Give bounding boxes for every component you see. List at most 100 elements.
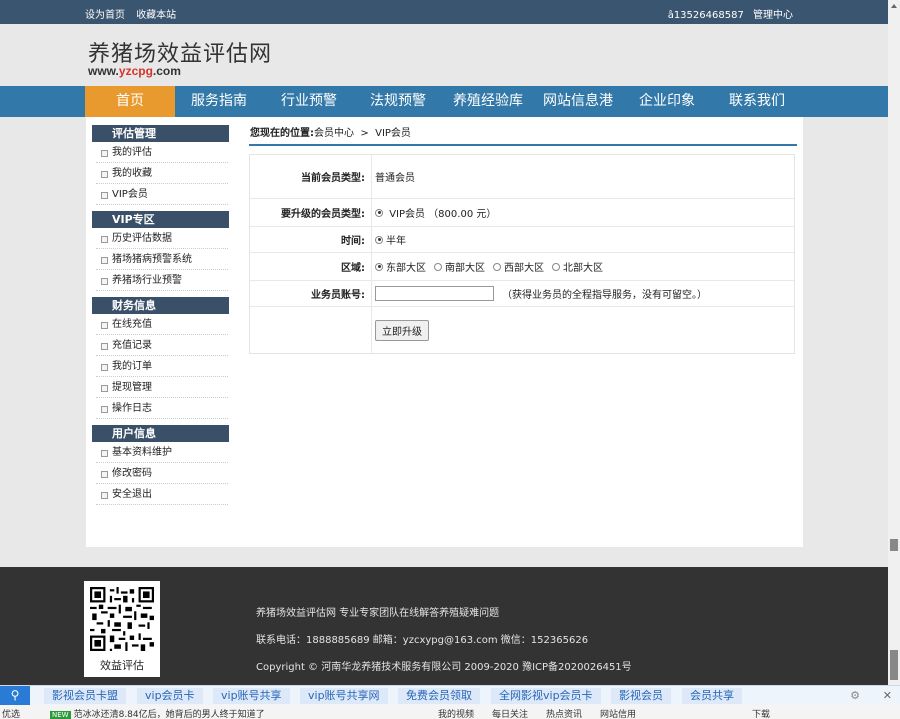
status-item-download[interactable]: 下载 (752, 707, 770, 719)
sidebar-heading: VIP专区 (92, 211, 229, 228)
sidebar-item-logout[interactable]: 安全退出 (96, 484, 228, 505)
ad-link[interactable]: 影视会员卡盟 (44, 688, 126, 704)
admin-link[interactable]: 管理中心 (753, 10, 793, 21)
ad-link[interactable]: 免费会员领取 (398, 688, 480, 704)
region-option-north[interactable]: 北部大区 (552, 259, 603, 274)
breadcrumb-member-center[interactable]: 会员中心 (314, 128, 354, 139)
site-header: 养猪场效益评估网 www.yzcpg.com (0, 24, 888, 86)
upgrade-option-label: VIP会员 （800.00 元） (389, 209, 497, 220)
phone-text: â13526468587 (667, 10, 744, 21)
sidebar-group-user: 用户信息 基本资料维护 修改密码 安全退出 (86, 425, 230, 511)
sidebar: 评估管理 我的评估 我的收藏 VIP会员 VIP专区 历史评估数据 猪场猪病预警… (86, 125, 230, 511)
sidebar-item-profile[interactable]: 基本资料维护 (96, 442, 228, 463)
region-option-label: 南部大区 (445, 263, 485, 274)
new-badge: NEW (50, 711, 71, 719)
ad-link[interactable]: 影视会员 (611, 688, 671, 704)
nav-item-service[interactable]: 服务指南 (174, 86, 264, 117)
radio-icon (552, 262, 560, 271)
footer-contact: 联系电话：1888885689 邮箱：yzcxypg@163.com 微信：15… (256, 635, 589, 646)
page-scrollbar[interactable] (888, 0, 900, 685)
logo-url-suffix: .com (152, 64, 181, 78)
upgrade-type-label: 要升级的会员类型: (250, 199, 372, 226)
nav-item-home[interactable]: 首页 (85, 86, 175, 117)
scroll-up-icon[interactable] (891, 4, 897, 8)
region-option-west[interactable]: 西部大区 (493, 259, 544, 274)
sidebar-item-industry-warning[interactable]: 养猪场行业预警 (96, 270, 228, 291)
sidebar-group-finance: 财务信息 在线充值 充值记录 我的订单 提现管理 操作日志 (86, 297, 230, 425)
status-item-hot-news[interactable]: 热点资讯 (546, 707, 582, 719)
site-footer: 效益评估 养猪场效益评估网 专业专家团队在线解答养殖疑难问题 联系电话：1888… (0, 567, 888, 685)
form-row-time: 时间: 半年 (250, 227, 794, 253)
status-item-site-credit[interactable]: 网站信用 (600, 707, 636, 719)
sidebar-heading: 财务信息 (92, 297, 229, 314)
sidebar-item-log[interactable]: 操作日志 (96, 398, 228, 419)
breadcrumb-separator: > (360, 128, 369, 139)
ad-link[interactable]: 全网影视vip会员卡 (491, 688, 601, 704)
current-type-label: 当前会员类型: (250, 155, 372, 198)
sidebar-item-vip[interactable]: VIP会员 (96, 184, 228, 205)
nav-item-experience[interactable]: 养殖经验库 (443, 86, 533, 117)
region-option-label: 西部大区 (504, 263, 544, 274)
news-ticker[interactable]: NEW 范冰冰还清8.84亿后，她背后的男人终于知道了 (50, 707, 265, 719)
breadcrumb-prefix: 您现在的位置: (250, 128, 314, 139)
upgrade-option-vip[interactable]: VIP会员 （800.00 元） (375, 205, 496, 220)
nav-item-regulation[interactable]: 法规预警 (353, 86, 443, 117)
footer-copyright: Copyright © 河南华龙养猪技术服务有限公司 2009-2020 豫IC… (256, 662, 632, 673)
news-headline[interactable]: 范冰冰还清8.84亿后，她背后的男人终于知道了 (74, 710, 265, 719)
breadcrumb-vip[interactable]: VIP会员 (375, 128, 411, 139)
browser-status-bar: 优选 NEW 范冰冰还清8.84亿后，她背后的男人终于知道了 我的视频 每日关注 … (0, 705, 900, 719)
site-logo-url: www.yzcpg.com (88, 64, 181, 78)
sidebar-item-withdraw[interactable]: 提现管理 (96, 377, 228, 398)
form-row-submit: 立即升级 (250, 307, 794, 353)
sidebar-item-disease-warning[interactable]: 猪场猪病预警系统 (96, 249, 228, 270)
set-home-link[interactable]: 设为首页 (85, 10, 125, 21)
status-item-my-video[interactable]: 我的视频 (438, 707, 474, 719)
upgrade-submit-button[interactable]: 立即升级 (375, 319, 429, 341)
footer-slogan: 养猪场效益评估网 专业专家团队在线解答养殖疑难问题 (256, 608, 500, 619)
bookmark-link[interactable]: 收藏本站 (136, 10, 176, 21)
ad-link[interactable]: vip会员卡 (137, 688, 203, 704)
sidebar-item-recharge[interactable]: 在线充值 (96, 314, 228, 335)
region-option-south[interactable]: 南部大区 (434, 259, 485, 274)
radio-icon (375, 235, 383, 244)
time-option-label: 半年 (386, 236, 406, 247)
region-option-east[interactable]: 东部大区 (375, 259, 426, 274)
close-icon[interactable]: ✕ (883, 689, 892, 702)
gear-icon[interactable]: ⚙ (850, 689, 860, 702)
nav-item-info[interactable]: 网站信息港 (533, 86, 623, 117)
agent-account-input[interactable] (375, 286, 494, 301)
sidebar-group-evaluation: 评估管理 我的评估 我的收藏 VIP会员 (86, 125, 230, 211)
submit-row-spacer (250, 307, 372, 353)
form-row-agent: 业务员账号: （获得业务员的全程指导服务，没有可留空。） (250, 281, 794, 307)
sidebar-item-my-evaluation[interactable]: 我的评估 (96, 142, 228, 163)
main-nav: 首页 服务指南 行业预警 法规预警 养殖经验库 网站信息港 企业印象 联系我们 (0, 86, 888, 117)
sidebar-item-history[interactable]: 历史评估数据 (96, 228, 228, 249)
sidebar-item-password[interactable]: 修改密码 (96, 463, 228, 484)
vip-upgrade-form: 当前会员类型: 普通会员 要升级的会员类型: VIP会员 （800.00 元） … (249, 154, 795, 354)
logo-url-accent: yzcpg (118, 64, 153, 78)
time-option-half-year[interactable]: 半年 (375, 232, 406, 247)
radio-icon (434, 262, 442, 271)
sidebar-item-orders[interactable]: 我的订单 (96, 356, 228, 377)
ad-link[interactable]: vip账号共享 (213, 688, 290, 704)
browser-ad-bar: ⚲ 影视会员卡盟 vip会员卡 vip账号共享 vip账号共享网 免费会员领取 … (0, 685, 900, 706)
sidebar-heading: 评估管理 (92, 125, 229, 142)
nav-item-industry-warning[interactable]: 行业预警 (264, 86, 354, 117)
nav-item-contact[interactable]: 联系我们 (712, 86, 802, 117)
search-icon[interactable]: ⚲ (0, 686, 30, 706)
ad-link[interactable]: 会员共享 (682, 688, 742, 704)
sidebar-item-recharge-log[interactable]: 充值记录 (96, 335, 228, 356)
radio-icon (375, 208, 383, 217)
qr-caption: 效益评估 (100, 659, 144, 672)
sidebar-heading: 用户信息 (92, 425, 229, 442)
scroll-thumb-lower[interactable] (890, 650, 898, 680)
sidebar-item-favorites[interactable]: 我的收藏 (96, 163, 228, 184)
ad-link[interactable]: vip账号共享网 (300, 688, 388, 704)
scroll-thumb[interactable] (890, 539, 898, 551)
status-item-daily-focus[interactable]: 每日关注 (492, 707, 528, 719)
region-option-label: 北部大区 (563, 263, 603, 274)
form-row-current-type: 当前会员类型: 普通会员 (250, 155, 794, 199)
logo-url-prefix: www. (88, 64, 119, 78)
current-type-value: 普通会员 (375, 173, 415, 184)
nav-item-company[interactable]: 企业印象 (622, 86, 712, 117)
